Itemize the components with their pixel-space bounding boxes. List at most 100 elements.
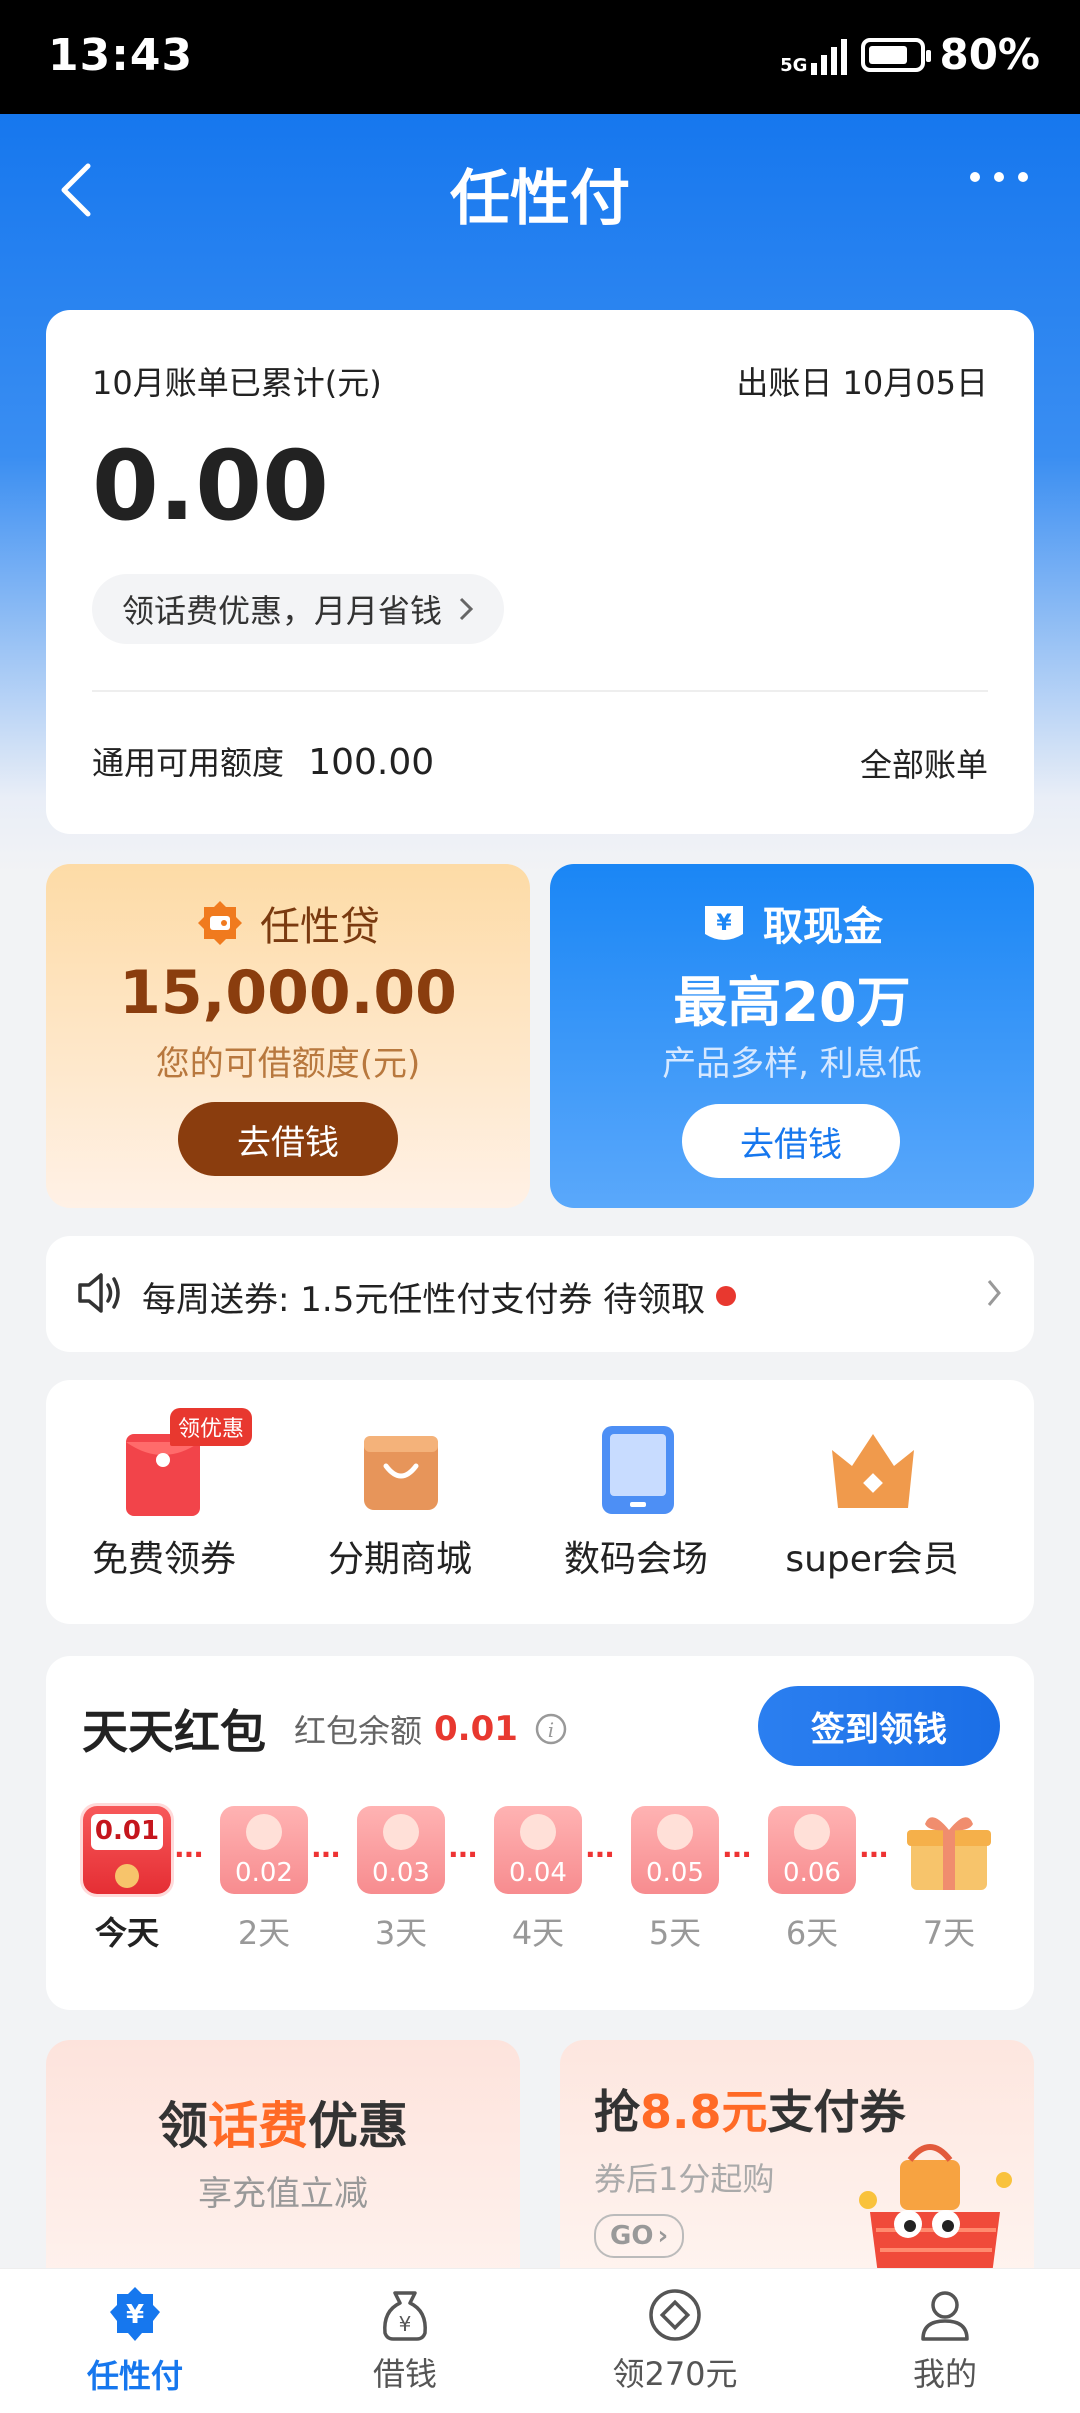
go-button[interactable]: GO ›	[594, 2214, 685, 2258]
phone-fee-promo-pill[interactable]: 领话费优惠，月月省钱	[92, 574, 505, 644]
loan-title: 任性贷	[260, 904, 380, 950]
tab-label: 借钱	[372, 2355, 437, 2393]
svg-text:¥: ¥	[716, 911, 732, 936]
balance-label: 红包余额	[294, 1712, 423, 1750]
redpack-day-label: 今天	[94, 1914, 159, 1952]
redpack-day-label: 4天	[511, 1914, 565, 1952]
status-bar: 13:43 5G 80%	[0, 0, 1080, 114]
redpack-day-label: 5天	[648, 1914, 702, 1952]
coin-icon	[657, 1814, 693, 1850]
svg-text:¥: ¥	[399, 2312, 412, 2336]
check-icon	[115, 1864, 139, 1888]
connector-dots: ···	[174, 1838, 204, 1871]
more-icon[interactable]	[970, 172, 1028, 182]
tab-borrow[interactable]: ¥ 借钱	[270, 2269, 540, 2413]
signal-icon: 5G	[780, 35, 848, 76]
tab-mine[interactable]: 我的	[810, 2269, 1080, 2413]
status-time: 13:43	[48, 30, 194, 81]
redpack-day-label: 7天	[922, 1914, 976, 1952]
promo1-title-a: 领	[158, 2097, 208, 2155]
promo1-title-c: 优惠	[308, 2097, 408, 2155]
promo2-subtitle: 券后1分起购	[594, 2160, 775, 2198]
bill-due-date: 出账日 10月05日	[736, 364, 988, 402]
redpack-envelope-icon: 0.03	[357, 1806, 445, 1894]
redpack-day-amount: 0.03	[372, 1858, 430, 1888]
redpack-envelope-icon: 0.02	[220, 1806, 308, 1894]
redpack-day-amount: 0.06	[783, 1858, 841, 1888]
tab-label: 任性付	[86, 2357, 183, 2395]
cash-amount: 最高20万	[673, 971, 911, 1034]
redpack-balance: 红包余额 0.01 i	[294, 1706, 568, 1752]
coin-icon	[649, 2289, 701, 2341]
promo2-title-b: 8.8元	[640, 2085, 768, 2139]
redpack-day-label: 3天	[374, 1914, 428, 1952]
tab-label: 我的	[912, 2355, 977, 2393]
promo1-subtitle: 享充值立减	[198, 2174, 368, 2214]
redpack-envelope-icon: 0.05	[631, 1806, 719, 1894]
bottom-tab-bar: ¥ 任性付 ¥ 借钱 领270元 我的	[0, 2268, 1080, 2413]
loan-subtitle: 您的可借额度(元)	[155, 1044, 421, 1084]
credit-limit: 通用可用额度 100.00	[92, 738, 434, 784]
redpack-day: 0.01 今天	[82, 1806, 172, 1954]
cash-borrow-button[interactable]: 去借钱	[682, 1104, 900, 1178]
svg-text:i: i	[548, 1718, 554, 1742]
menu-label: 免费领券	[91, 1539, 236, 1580]
balance-value: 0.01	[434, 1709, 518, 1749]
menu-label: 数码会场	[563, 1539, 708, 1580]
redpack-day: 0.06 6天	[767, 1806, 857, 1954]
redpack-day: 0.04 4天	[493, 1806, 583, 1954]
redpack-day-amount: 0.02	[235, 1858, 293, 1888]
connector-dots: ···	[722, 1838, 752, 1871]
tab-renxingfu[interactable]: ¥ 任性付	[0, 2269, 270, 2413]
all-bills-link[interactable]: 全部账单	[860, 740, 988, 786]
bill-label: 10月账单已累计(元)	[92, 364, 382, 402]
cash-card[interactable]: ¥ 取现金 最高20万 产品多样, 利息低 去借钱	[550, 864, 1034, 1208]
tab-label: 领270元	[612, 2355, 738, 2393]
daily-redpacket-card: 天天红包 红包余额 0.01 i 签到领钱 0.01 今天 ··· 0.02 2天 ···…	[46, 1656, 1034, 2010]
status-right: 5G 80%	[780, 30, 1040, 79]
promo1-title-b: 话费	[208, 2097, 308, 2155]
redpack-day: 0.02 2天	[219, 1806, 309, 1954]
shopping-bag-icon	[364, 1436, 438, 1510]
cash-subtitle: 产品多样, 利息低	[662, 1044, 922, 1084]
network-label: 5G	[780, 54, 808, 76]
gift-box-icon	[905, 1806, 993, 1894]
promo2-title-a: 抢	[594, 2085, 640, 2139]
tab-get-270[interactable]: 领270元	[540, 2269, 810, 2413]
credit-limit-value: 100.00	[308, 742, 435, 783]
menu-item-super-member[interactable]: super会员	[754, 1380, 990, 1624]
loan-header: 任性贷	[46, 894, 530, 952]
loan-borrow-button[interactable]: 去借钱	[178, 1102, 398, 1176]
coin-icon	[794, 1814, 830, 1850]
divider	[92, 690, 988, 692]
svg-text:¥: ¥	[126, 2300, 144, 2330]
redpack-envelope-icon: 0.04	[494, 1806, 582, 1894]
loan-card[interactable]: 任性贷 15,000.00 您的可借额度(元) 去借钱	[46, 864, 530, 1208]
go-arrow-icon: ›	[657, 2221, 669, 2251]
redpack-day: 0.03 3天	[356, 1806, 446, 1954]
menu-label: 分期商城	[327, 1539, 472, 1580]
money-bag-icon: ¥	[383, 2291, 427, 2341]
coin-icon	[520, 1814, 556, 1850]
go-label: GO	[610, 2221, 654, 2251]
menu-item-free-coupons[interactable]: 领优惠 免费领券	[46, 1380, 282, 1624]
chevron-right-icon	[987, 1280, 1001, 1306]
cash-title: 取现金	[763, 904, 883, 950]
coin-icon	[246, 1814, 282, 1850]
redpack-day: 0.05 5天	[630, 1806, 720, 1954]
chevron-right-icon	[459, 597, 474, 621]
menu-item-digital[interactable]: 数码会场	[518, 1380, 754, 1624]
menu-item-installment-mall[interactable]: 分期商城	[282, 1380, 518, 1624]
connector-dots: ···	[585, 1838, 615, 1871]
coupon-badge: 领优惠	[170, 1408, 253, 1446]
menu-label: super会员	[785, 1539, 959, 1580]
credit-limit-label: 通用可用额度	[92, 744, 285, 782]
battery-icon	[861, 37, 932, 72]
info-icon[interactable]: i	[534, 1712, 568, 1746]
bill-amount: 0.00	[92, 430, 329, 542]
checkin-button[interactable]: 签到领钱	[758, 1686, 1000, 1766]
coupon-notice-bar[interactable]: 每周送券: 1.5元任性付支付券 待领取	[46, 1236, 1034, 1352]
redpack-title: 天天红包	[82, 1705, 266, 1759]
connector-dots: ···	[311, 1838, 341, 1871]
coin-icon	[383, 1814, 419, 1850]
